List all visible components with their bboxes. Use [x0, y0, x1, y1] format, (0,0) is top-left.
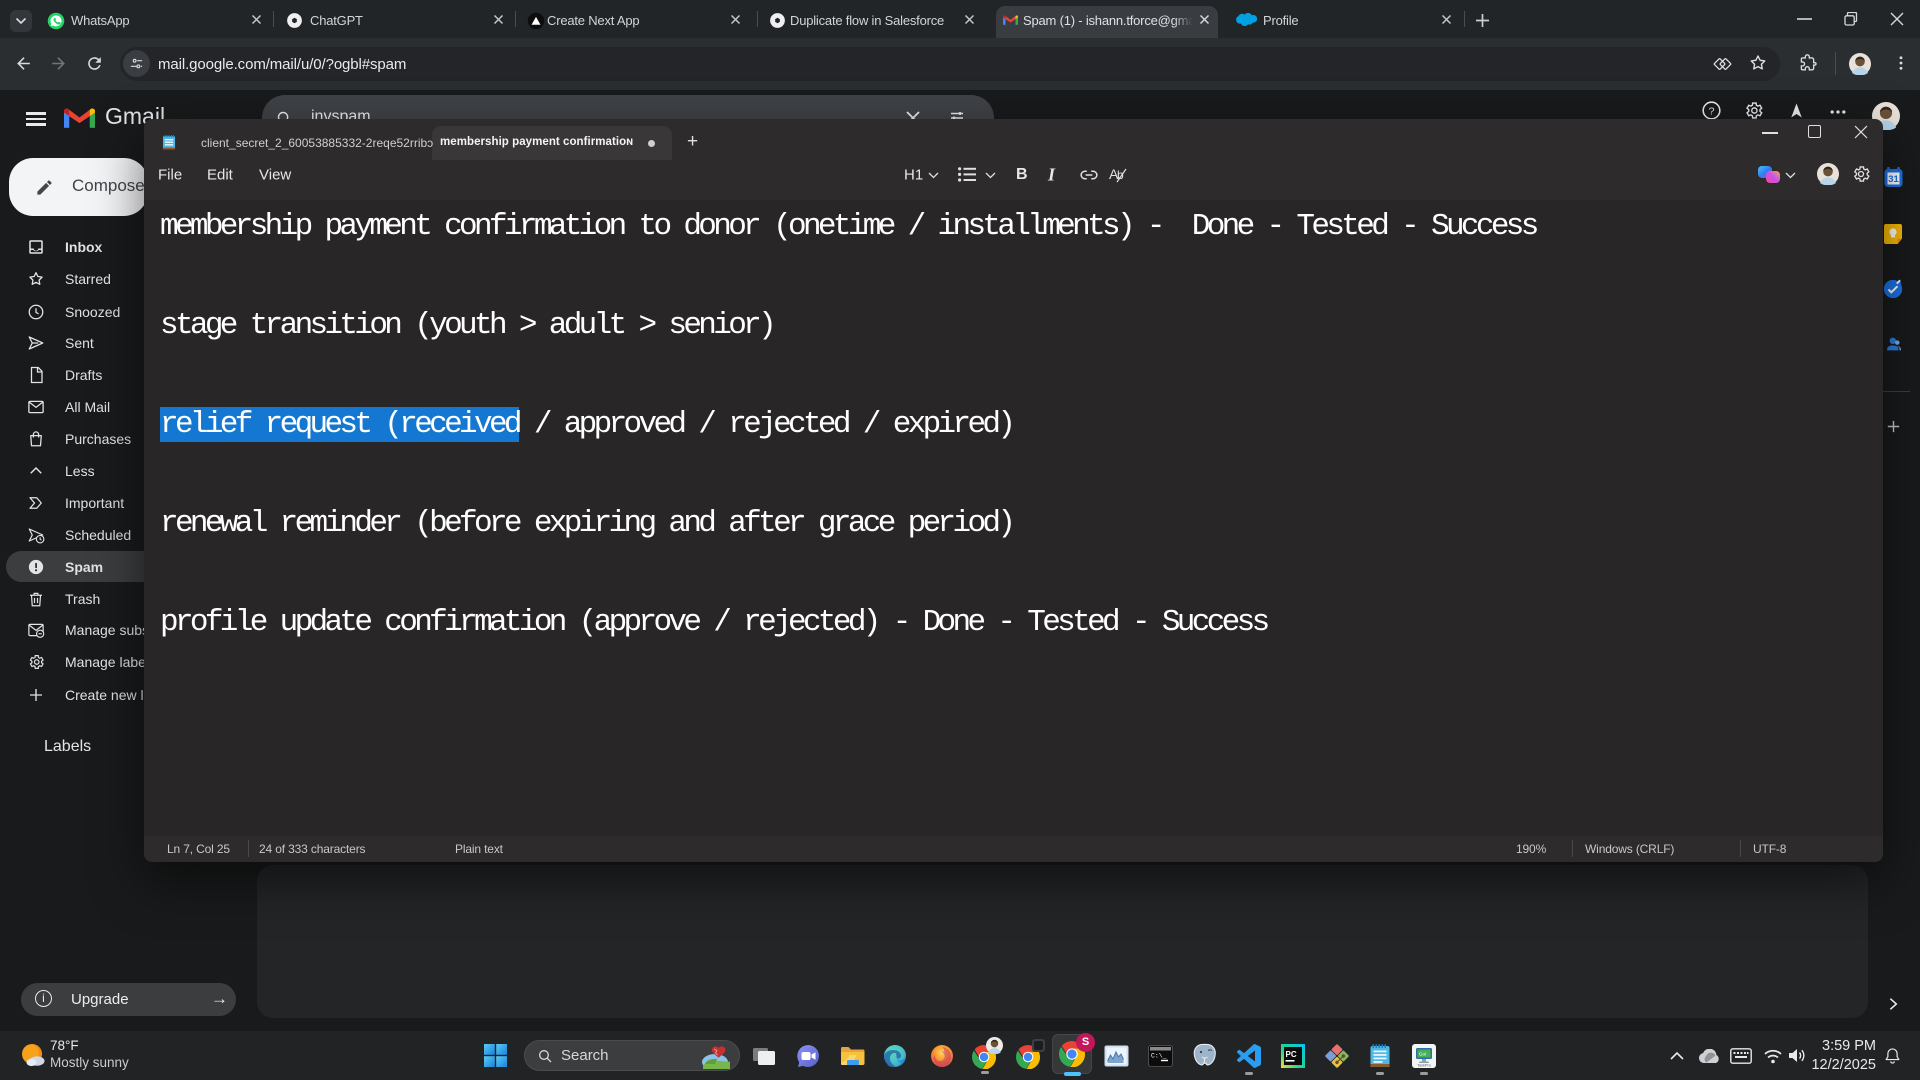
svg-text:?: ?: [1709, 105, 1715, 117]
svg-text:PC: PC: [1286, 1050, 1297, 1059]
svg-text:31: 31: [1888, 174, 1899, 185]
svg-text:TaskPro: TaskPro: [1417, 1064, 1431, 1068]
svg-text:C:\_: C:\_: [1151, 1053, 1167, 1060]
svg-text:Go!: Go!: [1419, 1052, 1426, 1057]
